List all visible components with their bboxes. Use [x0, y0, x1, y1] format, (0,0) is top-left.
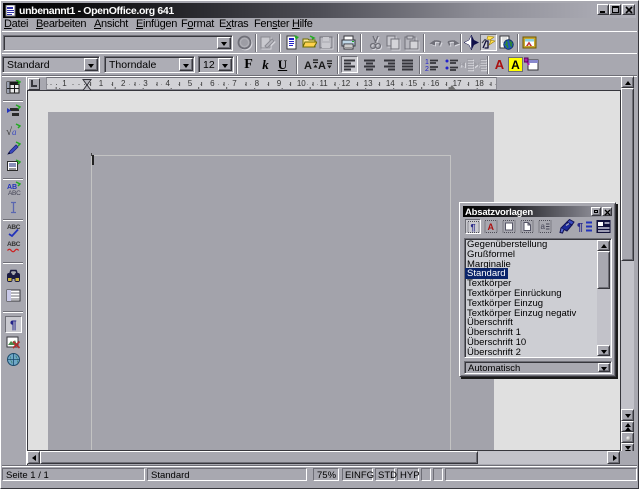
svg-text:A: A [304, 60, 312, 72]
svg-text:ABC: ABC [8, 190, 21, 196]
svg-text:A: A [488, 222, 495, 232]
svg-text:a: a [12, 127, 17, 137]
svg-text:¶: ¶ [471, 223, 476, 233]
svg-text:¶: ¶ [577, 222, 583, 234]
svg-text:ABC: ABC [7, 224, 21, 231]
svg-text:A: A [318, 60, 326, 72]
svg-text:a: a [541, 222, 546, 231]
svg-text:1: 1 [425, 59, 429, 66]
svg-text:ABC: ABC [7, 241, 21, 248]
svg-text:2: 2 [425, 66, 429, 72]
